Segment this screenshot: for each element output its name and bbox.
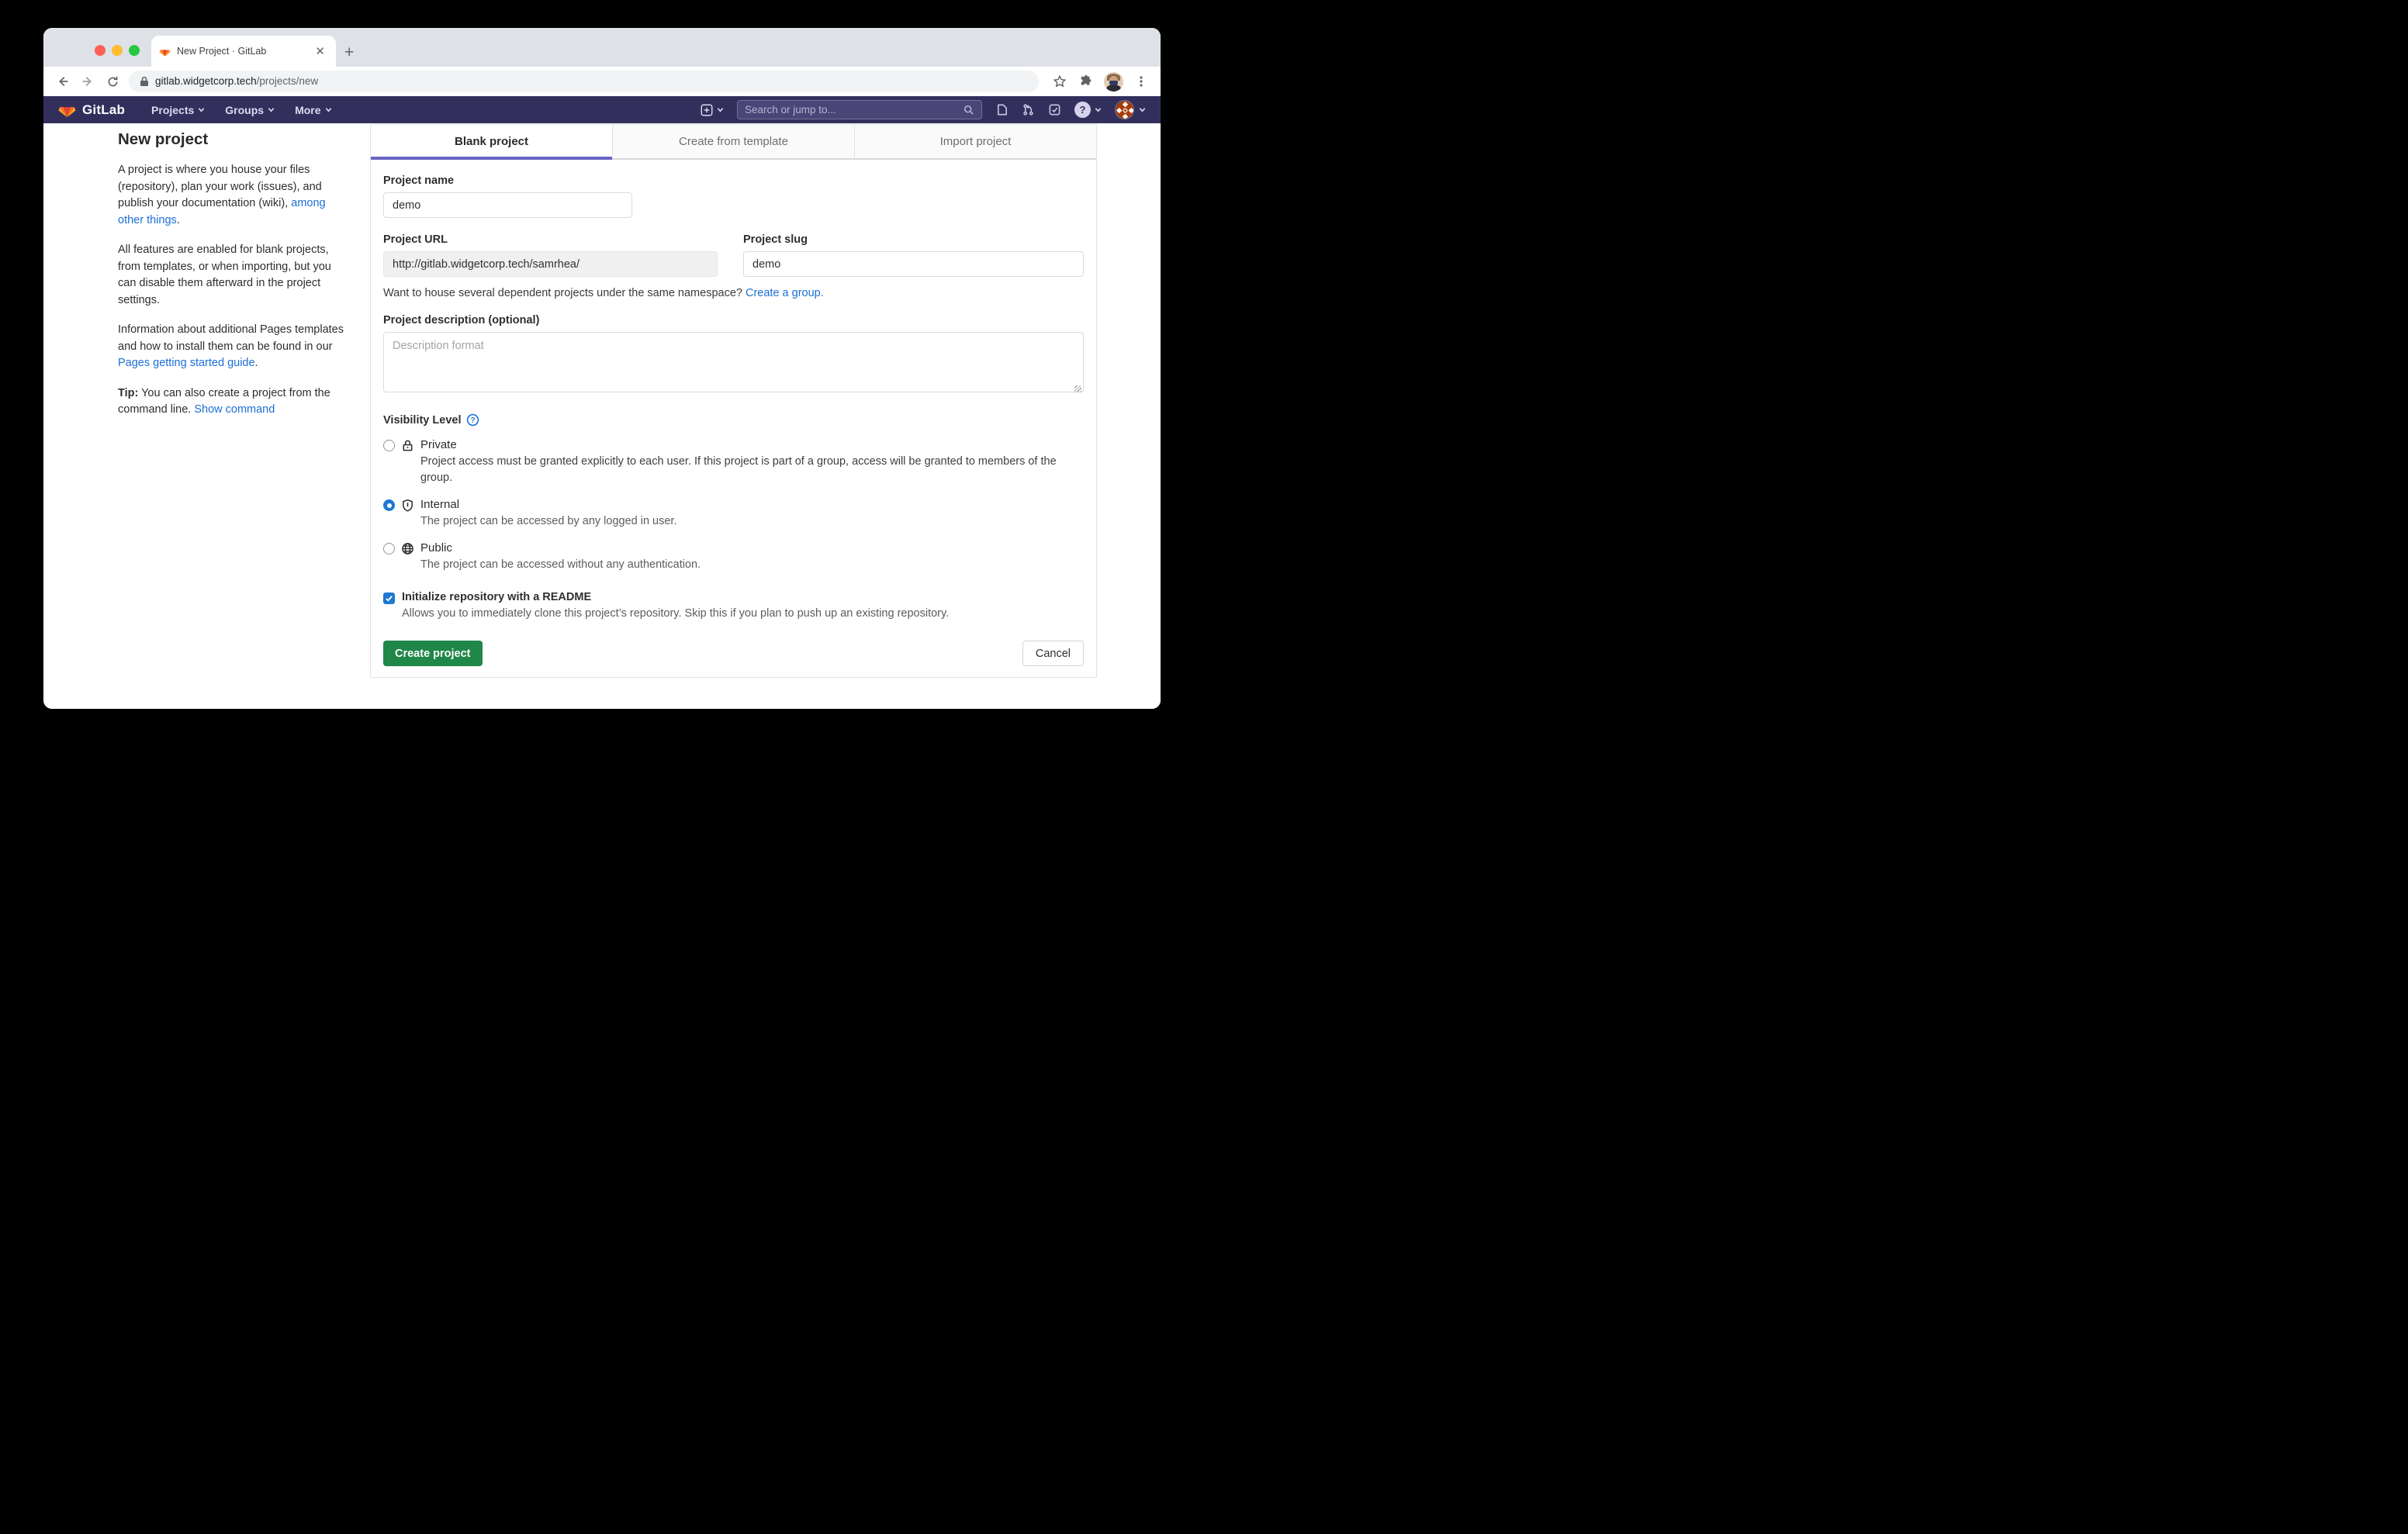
- new-menu[interactable]: [700, 103, 724, 117]
- internal-label: Internal: [420, 498, 676, 511]
- project-description-textarea[interactable]: [383, 332, 1084, 392]
- user-avatar: [1115, 100, 1134, 119]
- intro-paragraph-1: A project is where you house your files …: [118, 162, 344, 229]
- internal-radio[interactable]: [383, 499, 395, 511]
- todos-icon[interactable]: [1048, 103, 1061, 116]
- public-label: Public: [420, 541, 701, 555]
- new-tab-icon[interactable]: +: [344, 44, 354, 60]
- tab-title: New Project · GitLab: [177, 46, 306, 57]
- project-type-tabs: Blank project Create from template Impor…: [371, 125, 1096, 160]
- forward-icon[interactable]: [79, 73, 96, 90]
- cancel-button[interactable]: Cancel: [1022, 641, 1084, 666]
- project-slug-input[interactable]: [743, 251, 1084, 277]
- browser-tab[interactable]: New Project · GitLab ✕: [151, 36, 336, 67]
- issues-icon[interactable]: [995, 103, 1009, 116]
- browser-menu-icon[interactable]: [1133, 73, 1150, 90]
- back-icon[interactable]: [54, 73, 71, 90]
- browser-window: New Project · GitLab ✕ + gitlab.widgetco…: [43, 28, 1161, 709]
- blank-project-form: Project name Project URL Project slug Wa…: [371, 160, 1096, 677]
- visibility-level-label: Visibility Level: [383, 414, 461, 427]
- tab-create-from-template[interactable]: Create from template: [613, 125, 855, 158]
- gitlab-logo-icon: [58, 101, 76, 119]
- new-project-panel: Blank project Create from template Impor…: [370, 124, 1097, 678]
- help-icon: ?: [1074, 102, 1091, 118]
- tab-blank-project[interactable]: Blank project: [371, 125, 613, 158]
- new-project-intro: New project A project is where you house…: [118, 130, 344, 432]
- merge-requests-icon[interactable]: [1022, 103, 1035, 116]
- namespace-hint: Want to house several dependent projects…: [383, 287, 1084, 299]
- project-name-label: Project name: [383, 174, 1084, 187]
- check-icon: [385, 594, 393, 603]
- extensions-icon[interactable]: [1078, 73, 1095, 90]
- gitlab-brand[interactable]: GitLab: [58, 101, 125, 119]
- project-description-label: Project description (optional): [383, 314, 1084, 326]
- chevron-down-icon: [1139, 106, 1146, 113]
- titlebar: New Project · GitLab ✕ +: [43, 28, 1161, 67]
- shield-icon: [401, 499, 414, 512]
- project-url-label: Project URL: [383, 233, 718, 246]
- internal-description: The project can be accessed by any logge…: [420, 513, 676, 530]
- nav-menu-more[interactable]: More: [287, 96, 339, 123]
- visibility-option-public[interactable]: Public The project can be accessed witho…: [383, 541, 1084, 573]
- traffic-lights: [95, 45, 140, 56]
- reload-icon[interactable]: [104, 73, 121, 90]
- lock-icon: [401, 439, 414, 452]
- gitlab-favicon-icon: [159, 46, 171, 57]
- public-description: The project can be accessed without any …: [420, 557, 701, 573]
- brand-name: GitLab: [82, 102, 125, 118]
- private-description: Project access must be granted explicitl…: [420, 454, 1076, 486]
- global-search[interactable]: [737, 100, 982, 119]
- browser-profile-avatar[interactable]: [1104, 72, 1123, 92]
- globe-icon: [401, 542, 414, 555]
- url-host: gitlab.widgetcorp.tech: [155, 75, 257, 87]
- visibility-help-icon[interactable]: ?: [466, 413, 479, 427]
- url-path: /projects/new: [257, 75, 319, 87]
- lock-icon: [140, 76, 149, 87]
- bookmark-star-icon[interactable]: [1051, 73, 1068, 90]
- close-tab-icon[interactable]: ✕: [312, 44, 328, 59]
- show-command-link[interactable]: Show command: [194, 403, 275, 416]
- page-title: New project: [118, 130, 344, 149]
- pages-guide-link[interactable]: Pages getting started guide: [118, 357, 255, 369]
- search-icon: [964, 105, 974, 116]
- intro-paragraph-3: Information about additional Pages templ…: [118, 322, 344, 372]
- help-menu[interactable]: ?: [1074, 102, 1102, 118]
- chevron-down-icon: [717, 106, 724, 113]
- visibility-option-private[interactable]: Private Project access must be granted e…: [383, 438, 1084, 486]
- svg-text:?: ?: [471, 416, 476, 425]
- page-content: New project A project is where you house…: [43, 123, 1161, 709]
- project-name-input[interactable]: [383, 192, 632, 218]
- chevron-down-icon: [325, 106, 332, 113]
- chevron-down-icon: [268, 106, 275, 113]
- address-bar[interactable]: gitlab.widgetcorp.tech/projects/new: [129, 71, 1039, 92]
- project-url-input[interactable]: [383, 251, 718, 277]
- zoom-window-icon[interactable]: [129, 45, 140, 56]
- tip-paragraph: Tip: You can also create a project from …: [118, 385, 344, 419]
- search-input[interactable]: [745, 104, 959, 116]
- close-window-icon[interactable]: [95, 45, 106, 56]
- gitlab-navbar: GitLab Projects Groups More: [43, 96, 1161, 123]
- intro-paragraph-2: All features are enabled for blank proje…: [118, 242, 344, 309]
- nav-menu-groups[interactable]: Groups: [217, 96, 282, 123]
- private-radio[interactable]: [383, 440, 395, 451]
- readme-label: Initialize repository with a README: [402, 591, 949, 603]
- create-group-link[interactable]: Create a group.: [746, 287, 824, 299]
- private-label: Private: [420, 438, 1076, 451]
- chevron-down-icon: [198, 106, 205, 113]
- user-menu[interactable]: [1115, 100, 1146, 119]
- readme-checkbox[interactable]: [383, 593, 395, 604]
- readme-description: Allows you to immediately clone this pro…: [402, 606, 949, 622]
- toolbar-actions: [1051, 72, 1150, 92]
- tab-import-project[interactable]: Import project: [855, 125, 1096, 158]
- project-slug-label: Project slug: [743, 233, 1084, 246]
- chevron-down-icon: [1095, 106, 1102, 113]
- plus-square-icon: [700, 103, 714, 117]
- minimize-window-icon[interactable]: [112, 45, 123, 56]
- nav-menu-projects[interactable]: Projects: [144, 96, 213, 123]
- browser-toolbar: gitlab.widgetcorp.tech/projects/new: [43, 67, 1161, 96]
- public-radio[interactable]: [383, 543, 395, 555]
- create-project-button[interactable]: Create project: [383, 641, 483, 666]
- visibility-option-internal[interactable]: Internal The project can be accessed by …: [383, 498, 1084, 530]
- readme-option[interactable]: Initialize repository with a README Allo…: [383, 591, 1084, 622]
